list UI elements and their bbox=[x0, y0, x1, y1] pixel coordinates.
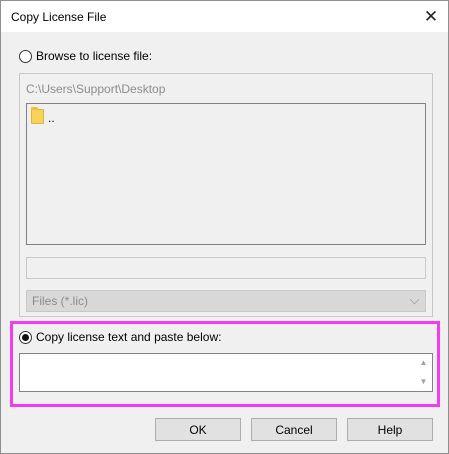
scroll-down-icon[interactable]: ▼ bbox=[419, 377, 428, 386]
window-title: Copy License File bbox=[11, 10, 107, 24]
browse-radio[interactable] bbox=[19, 49, 32, 63]
close-icon: ✕ bbox=[423, 7, 439, 26]
file-type-select[interactable]: Files (*.lic) bbox=[26, 290, 426, 312]
paste-option[interactable]: Copy license text and paste below: bbox=[19, 330, 221, 344]
current-path: C:\Users\Support\Desktop bbox=[26, 82, 166, 96]
folder-icon bbox=[31, 107, 44, 124]
browse-label: Browse to license file: bbox=[36, 49, 153, 63]
cancel-button[interactable]: Cancel bbox=[251, 418, 337, 441]
close-button[interactable]: ✕ bbox=[414, 1, 448, 32]
filename-input[interactable] bbox=[26, 257, 426, 279]
scroll-up-icon[interactable]: ▲ bbox=[419, 358, 428, 367]
file-type-value: Files (*.lic) bbox=[32, 294, 88, 308]
paste-radio[interactable] bbox=[19, 330, 32, 344]
copy-license-dialog: Copy License File ✕ Browse to license fi… bbox=[0, 0, 449, 454]
file-list[interactable]: .. bbox=[26, 103, 426, 245]
chevron-down-icon bbox=[409, 294, 420, 304]
paste-label: Copy license text and paste below: bbox=[36, 330, 222, 344]
text-scrollbar[interactable]: ▲ ▼ bbox=[415, 354, 432, 391]
ok-button[interactable]: OK bbox=[155, 418, 241, 441]
license-text-area[interactable]: ▲ ▼ bbox=[19, 353, 433, 392]
title-bar: Copy License File ✕ bbox=[1, 1, 448, 32]
browse-option[interactable]: Browse to license file: bbox=[19, 49, 152, 63]
list-item[interactable]: .. bbox=[31, 107, 55, 125]
help-button[interactable]: Help bbox=[347, 418, 433, 441]
list-item-label: .. bbox=[48, 110, 55, 125]
